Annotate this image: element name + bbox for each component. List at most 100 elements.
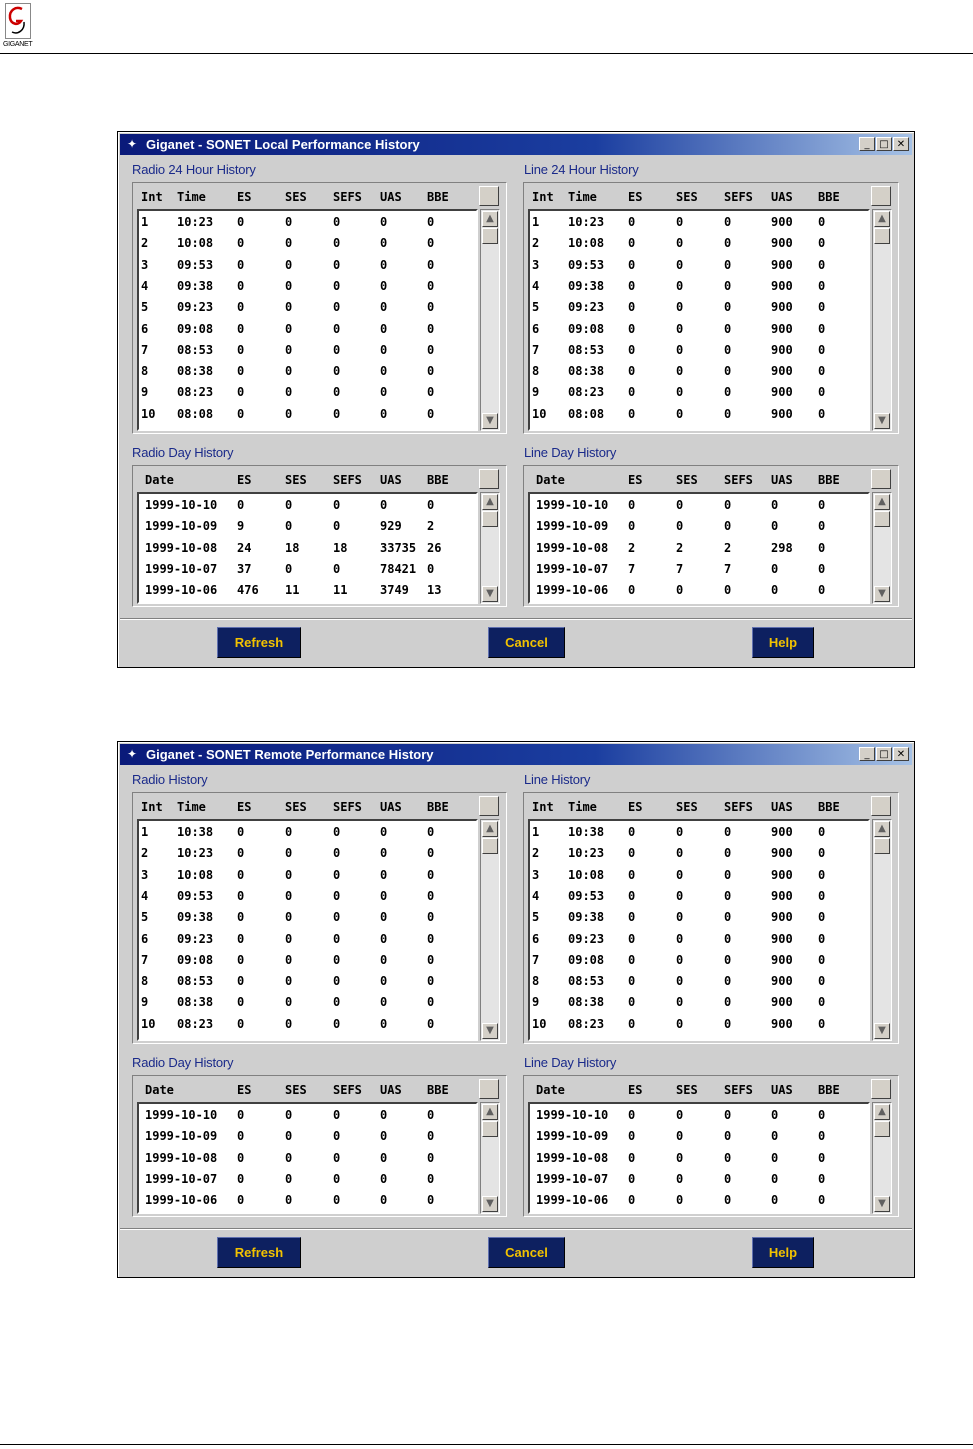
table-row[interactable]: 5 09:23 0 0 0 900 0 <box>532 298 866 319</box>
table-row[interactable]: 1 10:23 0 0 0 900 0 <box>532 213 866 234</box>
table-row[interactable]: 10 08:23 0 0 0 0 0 <box>141 1015 474 1036</box>
column-header[interactable]: SEFS <box>724 473 753 487</box>
table-row[interactable]: 8 08:53 0 0 0 900 0 <box>532 972 866 993</box>
vertical-scrollbar[interactable]: ▲ ▼ <box>480 209 500 431</box>
table-body[interactable]: 1999-10-10 0 0 0 0 0 1999-10-09 0 0 0 0 0 1999-10-08… <box>137 1102 478 1214</box>
column-header[interactable]: UAS <box>380 1083 402 1097</box>
column-header[interactable]: UAS <box>771 190 793 204</box>
title-bar[interactable]: ✦ Giganet - SONET Remote Performance His… <box>120 744 912 765</box>
column-header[interactable]: BBE <box>818 1083 840 1097</box>
table-row[interactable]: 8 08:38 0 0 0 900 0 <box>532 362 866 383</box>
table-row[interactable]: 1999-10-07 0 0 0 0 0 <box>532 1170 866 1191</box>
vertical-scrollbar[interactable]: ▲ ▼ <box>872 492 892 604</box>
minimize-icon[interactable]: _ <box>859 137 875 151</box>
column-header[interactable]: Date <box>145 473 174 487</box>
column-header[interactable]: BBE <box>818 190 840 204</box>
scroll-thumb[interactable] <box>874 1121 890 1137</box>
column-header[interactable]: BBE <box>427 1083 449 1097</box>
scroll-down-arrow-icon[interactable]: ▼ <box>874 1023 890 1039</box>
table-row[interactable]: 6 09:08 0 0 0 900 0 <box>532 320 866 341</box>
scroll-down-arrow-icon[interactable]: ▼ <box>482 413 498 429</box>
table-row[interactable]: 6 09:23 0 0 0 900 0 <box>532 930 866 951</box>
table-row[interactable]: 1999-10-09 9 0 0 929 2 <box>141 517 474 538</box>
table-body[interactable]: 1 10:23 0 0 0 900 0 2 10:08 0 0 0 900 0 3 09:53 0 0 0 900 0 4… <box>528 209 870 431</box>
scroll-up-arrow-icon[interactable]: ▲ <box>482 211 498 227</box>
scroll-up-arrow-icon[interactable]: ▲ <box>482 1104 498 1120</box>
title-bar[interactable]: ✦ Giganet - SONET Local Performance Hist… <box>120 134 912 155</box>
scroll-up-arrow-icon[interactable]: ▲ <box>482 821 498 837</box>
table-row[interactable]: 4 09:38 0 0 0 900 0 <box>532 277 866 298</box>
giganet-app-icon[interactable]: ✦ <box>124 747 140 762</box>
column-header[interactable]: UAS <box>380 190 402 204</box>
column-header[interactable]: BBE <box>427 190 449 204</box>
table-row[interactable]: 1999-10-06 0 0 0 0 0 <box>532 1191 866 1212</box>
column-header[interactable]: UAS <box>380 800 402 814</box>
column-header[interactable]: ES <box>628 473 642 487</box>
table-row[interactable]: 1999-10-08 24 18 18 33735 26 <box>141 539 474 560</box>
column-header[interactable]: SES <box>285 800 307 814</box>
column-header[interactable]: Time <box>568 190 597 204</box>
column-header[interactable]: SES <box>676 190 698 204</box>
column-header[interactable]: UAS <box>771 1083 793 1097</box>
vertical-scrollbar[interactable]: ▲ ▼ <box>480 1102 500 1214</box>
column-header[interactable]: SEFS <box>333 473 362 487</box>
scroll-up-arrow-icon[interactable]: ▲ <box>874 211 890 227</box>
table-body[interactable]: 1999-10-10 0 0 0 0 0 1999-10-09 0 0 0 0 0 1999-10-08… <box>528 492 870 604</box>
column-header[interactable]: UAS <box>380 473 402 487</box>
column-header[interactable]: ES <box>237 190 251 204</box>
vertical-scrollbar[interactable]: ▲ ▼ <box>872 819 892 1041</box>
table-row[interactable]: 1999-10-07 7 7 7 0 0 <box>532 560 866 581</box>
scroll-thumb[interactable] <box>482 1121 498 1137</box>
maximize-icon[interactable]: □ <box>876 137 892 151</box>
scroll-up-arrow-icon[interactable]: ▲ <box>482 494 498 510</box>
table-row[interactable]: 4 09:38 0 0 0 0 0 <box>141 277 474 298</box>
table-row[interactable]: 4 09:53 0 0 0 0 0 <box>141 887 474 908</box>
table-row[interactable]: 7 08:53 0 0 0 0 0 <box>141 341 474 362</box>
table-row[interactable]: 9 08:38 0 0 0 900 0 <box>532 993 866 1014</box>
help-button[interactable]: Help <box>752 1237 814 1268</box>
table-row[interactable]: 1999-10-10 0 0 0 0 0 <box>532 1106 866 1127</box>
table-row[interactable]: 1999-10-09 0 0 0 0 0 <box>532 517 866 538</box>
column-header[interactable]: Time <box>177 190 206 204</box>
column-header[interactable]: SEFS <box>333 800 362 814</box>
scroll-thumb[interactable] <box>874 228 890 244</box>
column-header[interactable]: SEFS <box>333 190 362 204</box>
table-row[interactable]: 4 09:53 0 0 0 900 0 <box>532 887 866 908</box>
column-header[interactable]: ES <box>237 1083 251 1097</box>
table-row[interactable]: 6 09:23 0 0 0 0 0 <box>141 930 474 951</box>
table-row[interactable]: 10 08:23 0 0 0 900 0 <box>532 1015 866 1036</box>
maximize-icon[interactable]: □ <box>876 747 892 761</box>
table-row[interactable]: 8 08:38 0 0 0 0 0 <box>141 362 474 383</box>
table-row[interactable]: 1999-10-10 0 0 0 0 0 <box>141 1106 474 1127</box>
scroll-down-arrow-icon[interactable]: ▼ <box>874 1196 890 1212</box>
table-row[interactable]: 1999-10-09 0 0 0 0 0 <box>141 1127 474 1148</box>
table-row[interactable]: 5 09:38 0 0 0 0 0 <box>141 908 474 929</box>
giganet-app-icon[interactable]: ✦ <box>124 137 140 152</box>
table-row[interactable]: 1999-10-09 0 0 0 0 0 <box>532 1127 866 1148</box>
column-header[interactable]: ES <box>628 190 642 204</box>
scroll-up-arrow-icon[interactable]: ▲ <box>874 1104 890 1120</box>
column-header[interactable]: BBE <box>427 800 449 814</box>
table-row[interactable]: 3 09:53 0 0 0 900 0 <box>532 256 866 277</box>
table-row[interactable]: 1999-10-08 0 0 0 0 0 <box>141 1149 474 1170</box>
column-header[interactable]: SEFS <box>333 1083 362 1097</box>
table-row[interactable]: 3 10:08 0 0 0 900 0 <box>532 866 866 887</box>
column-header[interactable]: Int <box>141 190 163 204</box>
cancel-button[interactable]: Cancel <box>488 627 565 658</box>
table-row[interactable]: 1999-10-08 0 0 0 0 0 <box>532 1149 866 1170</box>
table-row[interactable]: 3 09:53 0 0 0 0 0 <box>141 256 474 277</box>
scroll-thumb[interactable] <box>874 838 890 854</box>
column-header[interactable]: BBE <box>818 800 840 814</box>
column-header[interactable]: SES <box>285 1083 307 1097</box>
table-body[interactable]: 1 10:38 0 0 0 900 0 2 10:23 0 0 0 900 0 3 10:08 0 0 0 900 0 4… <box>528 819 870 1041</box>
table-row[interactable]: 7 09:08 0 0 0 900 0 <box>532 951 866 972</box>
close-icon[interactable]: ✕ <box>893 137 909 151</box>
table-row[interactable]: 1999-10-07 0 0 0 0 0 <box>141 1170 474 1191</box>
scroll-thumb[interactable] <box>482 228 498 244</box>
column-header[interactable]: ES <box>237 473 251 487</box>
table-row[interactable]: 1 10:23 0 0 0 0 0 <box>141 213 474 234</box>
vertical-scrollbar[interactable]: ▲ ▼ <box>480 819 500 1041</box>
column-header[interactable]: ES <box>628 800 642 814</box>
column-header[interactable]: Date <box>536 473 565 487</box>
table-row[interactable]: 1999-10-07 37 0 0 78421 0 <box>141 560 474 581</box>
